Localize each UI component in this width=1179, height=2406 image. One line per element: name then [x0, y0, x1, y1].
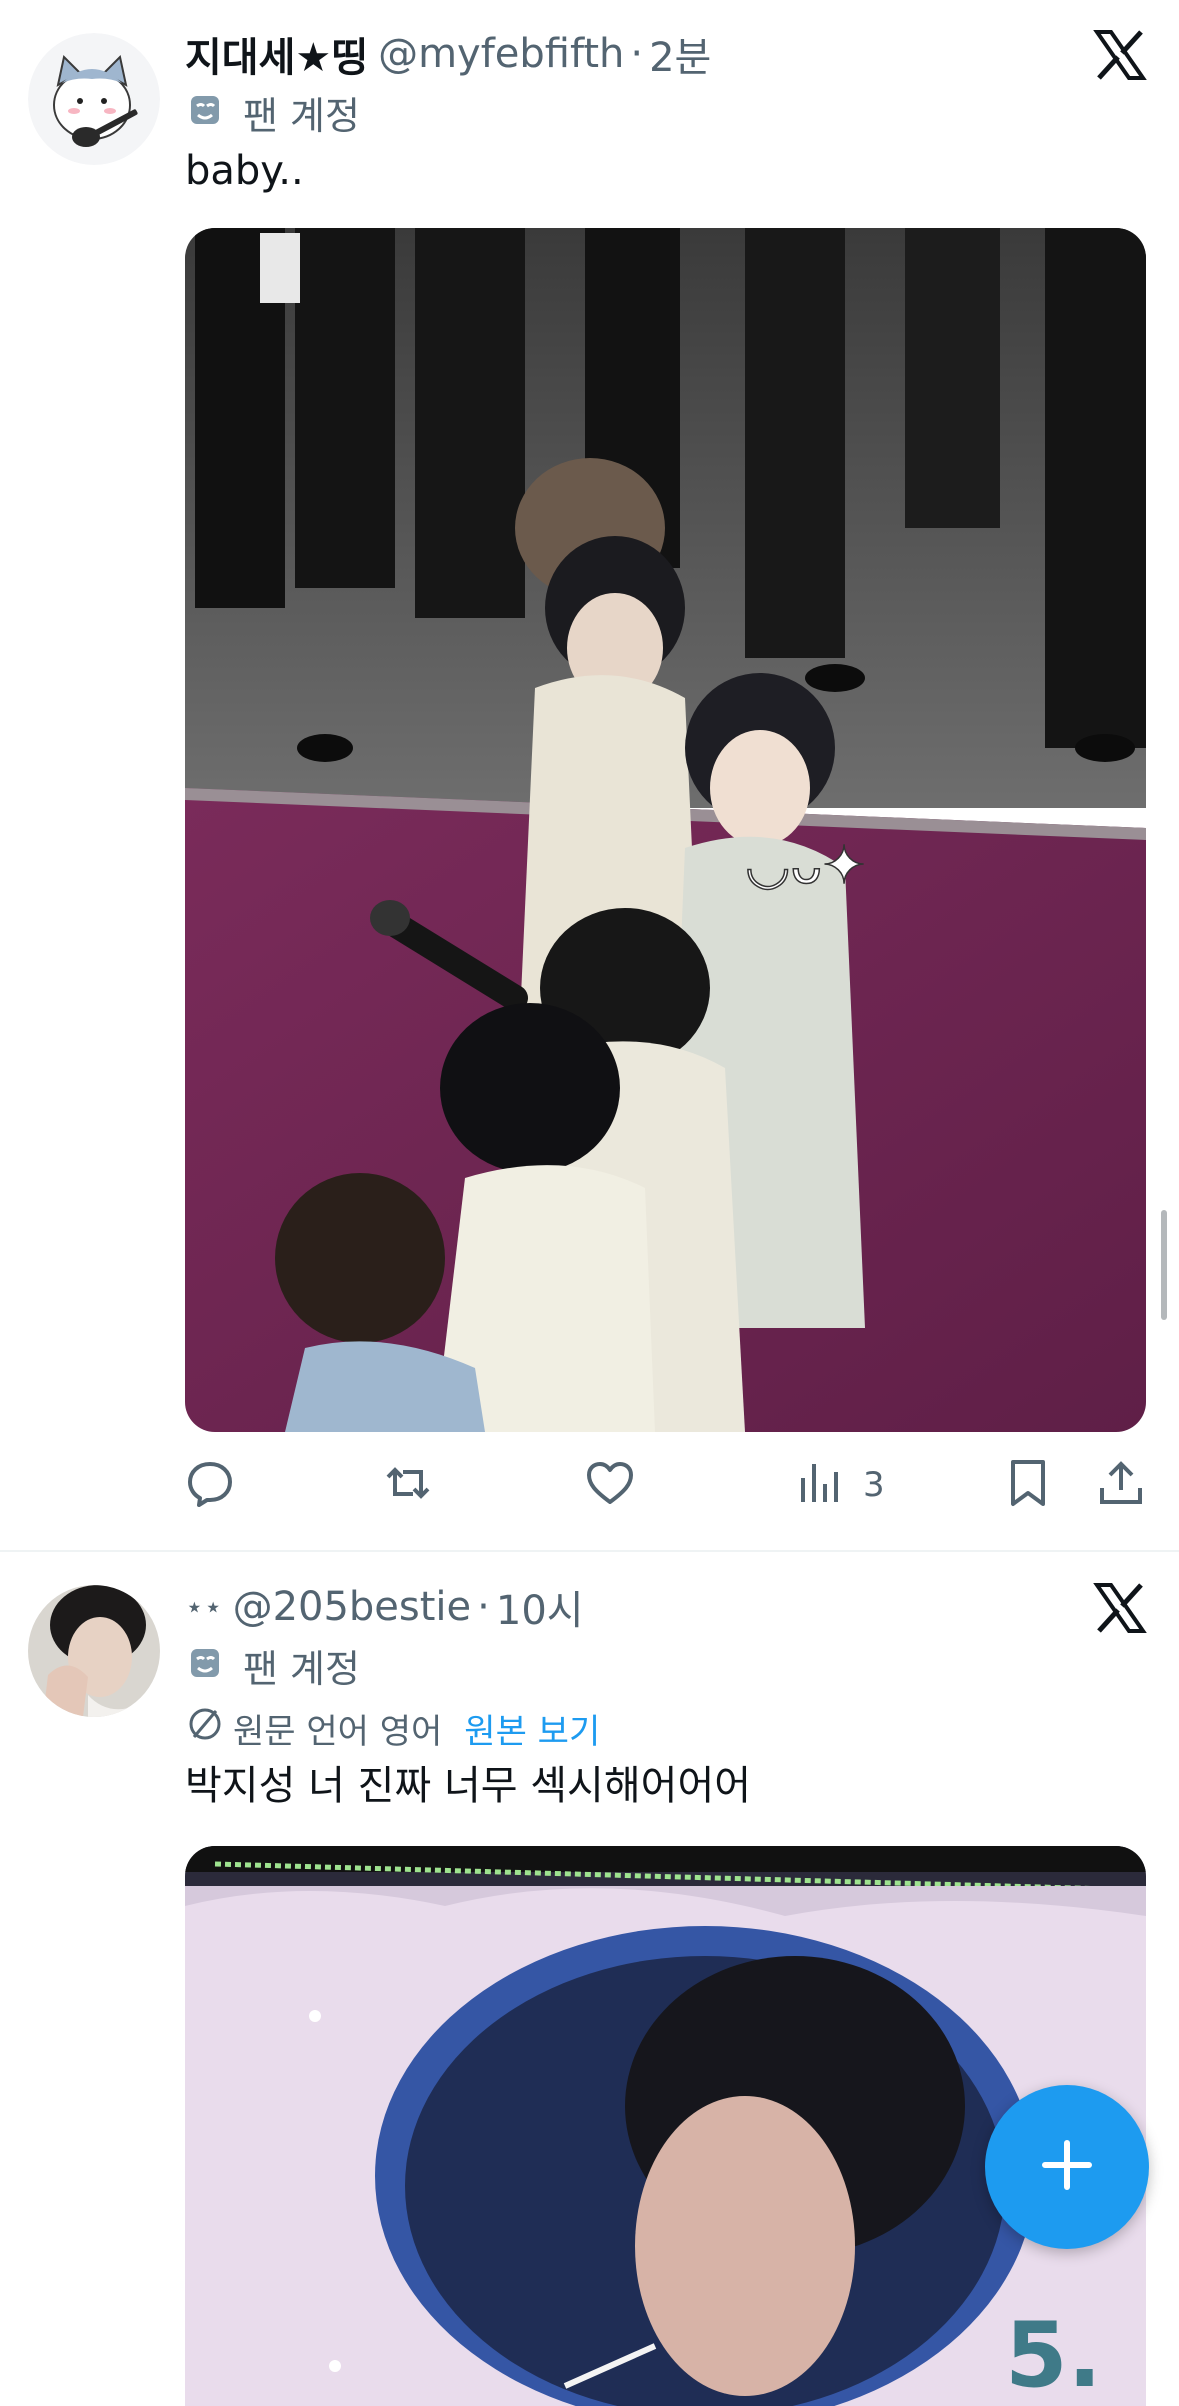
tweet-text: baby.. [185, 148, 304, 194]
tweet-photo[interactable]: ◡ᴗ✦ [185, 228, 1146, 1432]
tweet-text: 박지성 너 진짜 너무 섹시해어어어 [185, 1763, 752, 1809]
views-icon [795, 1458, 845, 1512]
tweet-card[interactable]: ⋆⋆ @205bestie · 10시 팬 계정 원문 언어 영어 원본 보기 … [0, 1553, 1179, 2406]
timestamp[interactable]: 2분 [649, 25, 711, 83]
svg-text:◡ᴗ✦: ◡ᴗ✦ [745, 836, 866, 896]
retweet-button[interactable] [383, 1450, 433, 1520]
fan-account-badge: 팬 계정 [185, 84, 360, 140]
fan-mask-icon [185, 1643, 225, 1687]
view-count: 3 [863, 1465, 885, 1505]
translation-row: 원문 언어 영어 원본 보기 [185, 1703, 600, 1753]
plus-icon [1039, 2137, 1095, 2197]
tweet-header: ⋆⋆ @205bestie · 10시 [185, 1577, 584, 1637]
bookmark-button[interactable] [1003, 1450, 1053, 1520]
display-name[interactable]: 지대세★띵 [185, 25, 368, 83]
fan-account-label: 팬 계정 [243, 1646, 360, 1691]
user-handle[interactable]: @myfebfifth [378, 31, 624, 77]
retweet-icon [383, 1458, 433, 1512]
fan-account-badge: 팬 계정 [185, 1637, 360, 1693]
user-handle[interactable]: @205bestie [233, 1584, 472, 1630]
source-language-label: 원문 언어 영어 [233, 1711, 443, 1752]
avatar[interactable] [28, 33, 160, 165]
x-logo-icon[interactable] [1093, 28, 1147, 82]
fan-account-label: 팬 계정 [243, 93, 360, 138]
share-button[interactable] [1096, 1450, 1146, 1520]
separator: · [630, 31, 644, 77]
bookmark-icon [1003, 1458, 1053, 1512]
scrollbar[interactable] [1161, 1210, 1167, 1320]
fan-mask-icon [185, 90, 225, 134]
views-button[interactable]: 3 [795, 1450, 885, 1520]
share-icon [1096, 1458, 1146, 1512]
tweet-actions: 3 [185, 1450, 1146, 1520]
tweet-card[interactable]: 지대세★띵 @myfebfifth · 2분 팬 계정 baby.. ◡ᴗ✦ 3 [0, 0, 1179, 1552]
x-logo-icon[interactable] [1093, 1581, 1147, 1635]
separator: · [477, 1584, 490, 1630]
like-button[interactable] [585, 1450, 635, 1520]
svg-text:5.: 5. [1005, 2303, 1102, 2406]
timestamp[interactable]: 10시 [496, 1578, 584, 1636]
tweet-divider [0, 1550, 1179, 1552]
avatar[interactable] [28, 1585, 160, 1717]
translate-icon [185, 1704, 225, 1753]
compose-button[interactable] [985, 2085, 1149, 2249]
display-name[interactable]: ⋆⋆ [185, 1590, 223, 1625]
show-original-link[interactable]: 원본 보기 [464, 1704, 600, 1753]
reply-button[interactable] [185, 1450, 235, 1520]
tweet-header: 지대세★띵 @myfebfifth · 2분 [185, 24, 711, 84]
reply-icon [185, 1458, 235, 1512]
like-icon [585, 1458, 635, 1512]
